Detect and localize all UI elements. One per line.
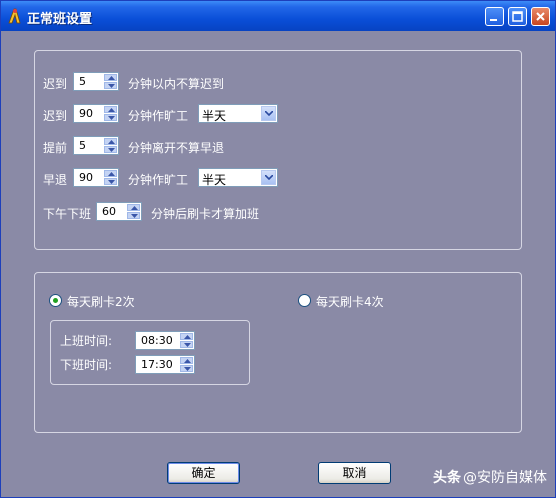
schedule-group: 上班时间: 08:30 下班时间: 17:30 bbox=[50, 320, 250, 385]
watermark: 头条 @安防自媒体 bbox=[433, 467, 547, 487]
title-bar[interactable]: 正常班设置 bbox=[1, 1, 555, 31]
late-absent-suffix: 分钟作旷工 bbox=[128, 109, 189, 123]
early-absent-select[interactable]: 半天 bbox=[198, 168, 278, 187]
early-label: 提前 bbox=[43, 141, 68, 155]
minimize-button[interactable] bbox=[485, 7, 504, 26]
cancel-button[interactable]: 取消 bbox=[318, 462, 391, 484]
maximize-icon bbox=[512, 11, 523, 22]
end-time-label: 下班时间: bbox=[60, 358, 113, 372]
close-button[interactable] bbox=[531, 7, 550, 26]
late-suffix: 分钟以内不算迟到 bbox=[128, 77, 225, 91]
early-absent-label: 早退 bbox=[43, 173, 68, 187]
late-minutes-value: 5 bbox=[79, 75, 86, 88]
dialog-body: 迟到 5 分钟以内不算迟到 迟到 90 分钟作旷工 半天 提前 5 分钟离开不算… bbox=[4, 31, 552, 496]
radio-selected-dot bbox=[53, 298, 58, 303]
spin-up-icon[interactable] bbox=[127, 204, 140, 211]
spin-down-icon[interactable] bbox=[104, 82, 117, 89]
spin-down-icon[interactable] bbox=[127, 212, 140, 219]
maximize-button[interactable] bbox=[508, 7, 527, 26]
spin-up-icon[interactable] bbox=[180, 357, 193, 364]
start-time-value: 08:30 bbox=[141, 334, 173, 347]
spin-up-icon[interactable] bbox=[104, 138, 117, 145]
spin-down-icon[interactable] bbox=[104, 146, 117, 153]
late-absent-minutes-value: 90 bbox=[79, 107, 93, 120]
late-minutes-spinner[interactable]: 5 bbox=[73, 72, 119, 91]
spin-down-icon[interactable] bbox=[180, 365, 193, 372]
early-minutes-value: 5 bbox=[79, 139, 86, 152]
spin-up-icon[interactable] bbox=[104, 106, 117, 113]
punch-2-radio[interactable] bbox=[49, 294, 62, 307]
end-time-picker[interactable]: 17:30 bbox=[135, 355, 195, 374]
early-absent-minutes-value: 90 bbox=[79, 171, 93, 184]
app-icon bbox=[8, 8, 21, 24]
punch-4-radio[interactable] bbox=[298, 294, 311, 307]
minimize-icon bbox=[490, 19, 497, 21]
ok-button[interactable]: 确定 bbox=[167, 462, 240, 484]
chevron-down-icon[interactable] bbox=[261, 170, 276, 185]
late-absent-select[interactable]: 半天 bbox=[198, 104, 278, 123]
overtime-minutes-spinner[interactable]: 60 bbox=[96, 202, 142, 221]
close-icon bbox=[536, 12, 545, 21]
overtime-label: 下午下班 bbox=[43, 207, 92, 221]
start-time-label: 上班时间: bbox=[60, 334, 113, 348]
punch-2-label[interactable]: 每天刷卡2次 bbox=[67, 293, 135, 310]
punch-mode-group: 每天刷卡2次 每天刷卡4次 上班时间: 08:30 下班时间: 17:30 bbox=[34, 272, 522, 433]
early-absent-option: 半天 bbox=[202, 173, 227, 187]
spin-up-icon[interactable] bbox=[104, 74, 117, 81]
dialog-window: 正常班设置 迟到 5 分钟以内不算迟到 迟到 90 分钟作旷工 半天 提前 5 … bbox=[0, 0, 556, 498]
watermark-text: @安防自媒体 bbox=[463, 470, 547, 486]
overtime-suffix: 分钟后刷卡才算加班 bbox=[151, 207, 260, 221]
spin-down-icon[interactable] bbox=[104, 114, 117, 121]
late-absent-minutes-spinner[interactable]: 90 bbox=[73, 104, 119, 123]
late-absent-label: 迟到 bbox=[43, 109, 68, 123]
punch-4-label[interactable]: 每天刷卡4次 bbox=[316, 293, 384, 310]
attendance-rules-group: 迟到 5 分钟以内不算迟到 迟到 90 分钟作旷工 半天 提前 5 分钟离开不算… bbox=[34, 50, 522, 250]
watermark-logo: 头条 bbox=[433, 470, 461, 486]
spin-up-icon[interactable] bbox=[104, 170, 117, 177]
early-suffix: 分钟离开不算早退 bbox=[128, 141, 225, 155]
window-title: 正常班设置 bbox=[27, 12, 93, 27]
spin-down-icon[interactable] bbox=[180, 341, 193, 348]
early-absent-suffix: 分钟作旷工 bbox=[128, 173, 189, 187]
early-minutes-spinner[interactable]: 5 bbox=[73, 136, 119, 155]
spin-up-icon[interactable] bbox=[180, 333, 193, 340]
end-time-value: 17:30 bbox=[141, 358, 173, 371]
late-absent-option: 半天 bbox=[202, 109, 227, 123]
start-time-picker[interactable]: 08:30 bbox=[135, 331, 195, 350]
spin-down-icon[interactable] bbox=[104, 178, 117, 185]
early-absent-minutes-spinner[interactable]: 90 bbox=[73, 168, 119, 187]
overtime-minutes-value: 60 bbox=[102, 205, 116, 218]
chevron-down-icon[interactable] bbox=[261, 106, 276, 121]
late-label: 迟到 bbox=[43, 77, 68, 91]
